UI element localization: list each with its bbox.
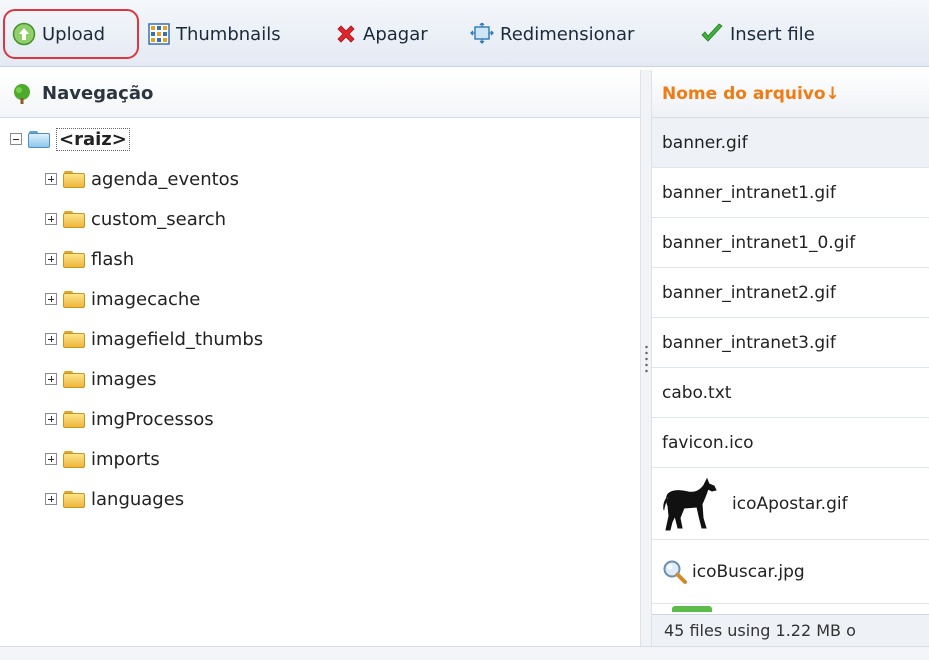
tree-folder-item[interactable]: languages bbox=[45, 484, 184, 514]
expand-icon[interactable] bbox=[45, 213, 57, 225]
filename-column-label: Nome do arquivo↓ bbox=[662, 83, 840, 104]
file-count-status: 45 files using 1.22 MB o bbox=[664, 621, 856, 640]
file-row[interactable]: banner.gif bbox=[652, 118, 929, 168]
tree-root[interactable]: <raiz> bbox=[10, 124, 130, 154]
navigation-header: Navegação bbox=[0, 70, 640, 118]
collapse-icon[interactable] bbox=[10, 133, 22, 145]
folder-label: languages bbox=[91, 488, 185, 510]
thumbnails-label: Thumbnails bbox=[176, 23, 281, 45]
expand-icon[interactable] bbox=[45, 253, 57, 265]
tree-icon bbox=[14, 83, 30, 104]
expand-icon[interactable] bbox=[45, 173, 57, 185]
folder-open-icon bbox=[28, 130, 50, 148]
tree-folder-item[interactable]: imports bbox=[45, 444, 160, 474]
folder-label: images bbox=[91, 368, 157, 390]
file-name: banner_intranet1.gif bbox=[662, 182, 836, 203]
file-name: icoApostar.gif bbox=[732, 493, 848, 514]
status-bar: 45 files using 1.22 MB o bbox=[652, 614, 929, 646]
upload-icon bbox=[12, 22, 36, 46]
resize-icon bbox=[470, 23, 494, 44]
tree-folder-item[interactable]: flash bbox=[45, 244, 134, 274]
file-row[interactable]: banner_intranet1_0.gif bbox=[652, 218, 929, 268]
partial-thumbnail bbox=[672, 606, 712, 612]
file-row[interactable]: cabo.txt bbox=[652, 368, 929, 418]
folder-icon bbox=[63, 250, 85, 268]
expand-icon[interactable] bbox=[45, 493, 57, 505]
expand-icon[interactable] bbox=[45, 413, 57, 425]
checkmark-icon bbox=[701, 23, 723, 42]
file-row[interactable]: banner_intranet3.gif bbox=[652, 318, 929, 368]
folder-icon bbox=[63, 450, 85, 468]
expand-icon[interactable] bbox=[45, 333, 57, 345]
tree-folder-item[interactable]: imagecache bbox=[45, 284, 200, 314]
folder-label: imports bbox=[91, 448, 160, 470]
file-name: banner_intranet3.gif bbox=[662, 332, 836, 353]
insert-file-button[interactable]: Insert file bbox=[700, 20, 815, 48]
thumbnails-button[interactable]: Thumbnails bbox=[148, 20, 281, 48]
file-row[interactable]: favicon.ico bbox=[652, 418, 929, 468]
folder-label: imgProcessos bbox=[91, 408, 214, 430]
folder-icon bbox=[63, 330, 85, 348]
folder-label: agenda_eventos bbox=[91, 168, 240, 190]
file-name: banner.gif bbox=[662, 132, 748, 153]
pane-splitter[interactable] bbox=[640, 70, 652, 646]
folder-icon bbox=[63, 290, 85, 308]
resize-label: Redimensionar bbox=[500, 23, 635, 45]
delete-button[interactable]: Apagar bbox=[335, 20, 428, 48]
expand-icon[interactable] bbox=[45, 453, 57, 465]
folder-icon bbox=[63, 370, 85, 388]
folder-icon bbox=[63, 410, 85, 428]
folder-label: imagecache bbox=[91, 288, 201, 310]
tree-folder-item[interactable]: agenda_eventos bbox=[45, 164, 239, 194]
file-row[interactable]: icoBuscar.jpg bbox=[652, 540, 929, 604]
file-name: cabo.txt bbox=[662, 382, 732, 403]
folder-icon bbox=[63, 210, 85, 228]
folder-label: flash bbox=[91, 248, 135, 270]
thumbnails-icon bbox=[148, 23, 170, 45]
insert-file-label: Insert file bbox=[730, 23, 815, 45]
expand-icon[interactable] bbox=[45, 373, 57, 385]
folder-label: imagefield_thumbs bbox=[91, 328, 264, 350]
file-list-pane: Nome do arquivo↓ banner.gif banner_intra… bbox=[652, 70, 929, 646]
folder-label: custom_search bbox=[91, 208, 227, 230]
upload-button[interactable]: Upload bbox=[12, 20, 105, 48]
filename-column-header[interactable]: Nome do arquivo↓ bbox=[652, 70, 929, 118]
file-row[interactable]: banner_intranet1.gif bbox=[652, 168, 929, 218]
tree-folder-item[interactable]: imagefield_thumbs bbox=[45, 324, 263, 354]
file-name: banner_intranet1_0.gif bbox=[662, 232, 856, 253]
folder-icon bbox=[63, 490, 85, 508]
file-name: banner_intranet2.gif bbox=[662, 282, 836, 303]
toolbar: Upload Thumbnails Apagar Redimensionar I… bbox=[0, 0, 929, 67]
upload-label: Upload bbox=[42, 23, 106, 45]
tree-folder-item[interactable]: imgProcessos bbox=[45, 404, 214, 434]
delete-label: Apagar bbox=[363, 23, 428, 45]
tree-folder-item[interactable]: custom_search bbox=[45, 204, 226, 234]
resize-button[interactable]: Redimensionar bbox=[470, 20, 634, 48]
splitter-grip-icon[interactable] bbox=[645, 344, 648, 374]
tree-folder-item[interactable]: images bbox=[45, 364, 156, 394]
horse-thumbnail-icon bbox=[663, 477, 717, 530]
root-folder-label: <raiz> bbox=[56, 127, 130, 151]
navigation-title: Navegação bbox=[42, 83, 154, 104]
file-row[interactable]: icoApostar.gif bbox=[652, 468, 929, 540]
folder-icon bbox=[63, 170, 85, 188]
file-name: icoBuscar.jpg bbox=[692, 561, 805, 582]
delete-x-icon bbox=[337, 25, 355, 43]
magnifier-thumbnail-icon bbox=[663, 560, 687, 584]
navigation-pane: Navegação <raiz> agenda_eventos custom_s… bbox=[0, 70, 640, 646]
expand-icon[interactable] bbox=[45, 293, 57, 305]
bottom-border bbox=[0, 646, 929, 660]
file-name: favicon.ico bbox=[662, 432, 754, 453]
file-row[interactable]: banner_intranet2.gif bbox=[652, 268, 929, 318]
